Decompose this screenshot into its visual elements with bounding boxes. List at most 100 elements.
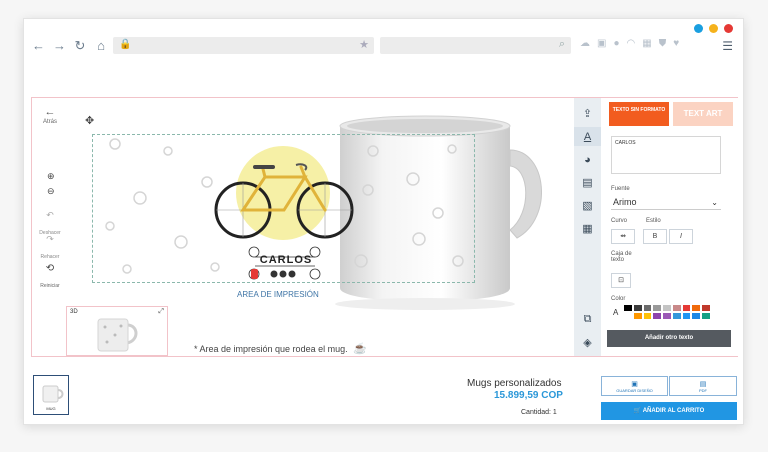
- thumb-label: MUG: [46, 406, 56, 411]
- italic-button[interactable]: I: [669, 229, 693, 244]
- font-select-value: Arimo: [613, 197, 637, 207]
- font-label: Fuente: [611, 186, 630, 192]
- add-text-button[interactable]: Añadir otro texto: [607, 330, 731, 347]
- color-sample: A: [613, 308, 619, 317]
- reset-label: Reiniciar: [40, 283, 60, 289]
- reset-icon: ⟲: [45, 263, 55, 274]
- window-dot-yellow[interactable]: [709, 24, 718, 33]
- move-icon[interactable]: ✥: [85, 114, 94, 127]
- zoom-out-icon[interactable]: ⊖: [47, 186, 55, 197]
- table-icon[interactable]: ▦: [574, 219, 601, 238]
- text-panel: TEXTO SIN FORMATO TEXT ART CARLOS Fuente…: [605, 98, 738, 356]
- bold-button[interactable]: B: [643, 229, 667, 244]
- textbox-button[interactable]: ⊡: [611, 273, 631, 288]
- product-title: Mugs personalizados: [467, 378, 562, 389]
- info-icon[interactable]: ●: [613, 38, 619, 49]
- plain-text-button[interactable]: TEXTO SIN FORMATO: [609, 102, 669, 126]
- curve-label: Curvo: [611, 218, 628, 224]
- color-swatch[interactable]: [681, 304, 692, 312]
- mug-thumb-icon: [42, 385, 64, 403]
- add-to-cart-button[interactable]: 🛒 AÑADIR AL CARRITO: [601, 402, 737, 420]
- heart-icon[interactable]: ♥: [673, 38, 679, 49]
- home-icon[interactable]: ⌂: [95, 38, 107, 54]
- color-swatch[interactable]: [652, 304, 663, 312]
- color-swatch[interactable]: [632, 304, 643, 312]
- mug-thumbnail: [97, 318, 138, 352]
- forward-icon[interactable]: →: [53, 38, 66, 54]
- product-price: 15.899,59 COP: [494, 390, 563, 401]
- font-select[interactable]: Arimo ⌄: [611, 195, 721, 210]
- browser-toolbar: ← → ↻ ⌂ 🔒 ★ ⌕ ☁ ▣ ● ◠ ▦ ⛊ ♥ ☰: [24, 35, 743, 57]
- lock-icon: 🔒: [119, 39, 132, 50]
- text-art-button[interactable]: TEXT ART: [673, 102, 733, 126]
- color-swatches: [623, 304, 711, 320]
- palette-icon[interactable]: ◕: [574, 150, 601, 169]
- text-input[interactable]: CARLOS: [611, 136, 721, 174]
- menu-icon[interactable]: ☰: [722, 39, 733, 53]
- images-icon[interactable]: ▧: [574, 196, 601, 215]
- color-swatch[interactable]: [681, 312, 692, 320]
- back-tool[interactable]: ← Atrás: [37, 106, 63, 131]
- print-area[interactable]: CARLOS: [92, 134, 475, 283]
- color-swatch[interactable]: [652, 312, 663, 320]
- back-icon[interactable]: ←: [32, 38, 45, 54]
- cart-label: AÑADIR AL CARRITO: [642, 408, 705, 414]
- browser-window: ← → ↻ ⌂ 🔒 ★ ⌕ ☁ ▣ ● ◠ ▦ ⛊ ♥ ☰ ← Atrás ✥ …: [23, 18, 744, 425]
- upload-icon[interactable]: ⇪: [574, 104, 601, 123]
- color-swatch[interactable]: [632, 312, 643, 320]
- toolbar-icons: ☁ ▣ ● ◠ ▦ ⛊ ♥: [580, 38, 679, 49]
- zoom-in-icon[interactable]: ⊕: [47, 171, 55, 182]
- color-swatch[interactable]: [642, 304, 653, 312]
- color-swatch[interactable]: [691, 304, 702, 312]
- window-dot-red[interactable]: [724, 24, 733, 33]
- color-swatch[interactable]: [671, 304, 682, 312]
- arrow-left-icon: ←: [44, 106, 56, 118]
- color-swatch[interactable]: [642, 312, 653, 320]
- print-area-note: * Area de impresión que rodea el mug. ☕: [194, 342, 367, 355]
- product-thumbnail[interactable]: MUG: [33, 375, 69, 415]
- nav-buttons: ← → ↻ ⌂: [32, 38, 107, 54]
- window-dot-blue[interactable]: [694, 24, 703, 33]
- copy-icon[interactable]: ⧉: [574, 310, 601, 329]
- pdf-button[interactable]: ▤ PDF: [669, 376, 737, 396]
- color-label: Color: [611, 296, 626, 302]
- camera-icon[interactable]: ▣: [597, 38, 606, 49]
- color-swatch[interactable]: [701, 304, 711, 312]
- color-swatch[interactable]: [691, 312, 702, 320]
- reset-tool[interactable]: ⟲ Reiniciar: [37, 263, 63, 292]
- reload-icon[interactable]: ↻: [74, 38, 86, 54]
- redo-tool[interactable]: ↷ Rehacer: [37, 234, 63, 263]
- shield-icon[interactable]: ⛊: [659, 38, 667, 49]
- save-design-button[interactable]: ▣ GUARDAR DISEÑO: [601, 376, 668, 396]
- search-icon: ⌕: [558, 38, 565, 50]
- 3d-preview[interactable]: 3D ⤢: [66, 306, 168, 356]
- print-area-label: AREA DE IMPRESIÓN: [237, 290, 319, 299]
- expand-icon[interactable]: ⤢: [158, 308, 164, 316]
- print-area-note-text: * Area de impresión que rodea el mug.: [194, 344, 348, 354]
- undo-icon: ↶: [46, 210, 54, 220]
- color-swatch[interactable]: [701, 312, 711, 320]
- color-swatch[interactable]: [662, 304, 672, 312]
- cart-icon: 🛒: [633, 408, 642, 414]
- grid-icon[interactable]: ▤: [574, 173, 601, 192]
- address-bar[interactable]: 🔒 ★: [113, 37, 374, 54]
- color-swatch[interactable]: [623, 312, 633, 320]
- curve-button[interactable]: ⇴: [611, 229, 635, 244]
- save-label: GUARDAR DISEÑO: [616, 388, 653, 393]
- color-swatch[interactable]: [671, 312, 682, 320]
- pdf-label: PDF: [699, 388, 707, 393]
- textbox-label: Caja de texto: [611, 251, 632, 263]
- name-text[interactable]: CARLOS: [256, 254, 316, 266]
- color-swatch[interactable]: [662, 312, 672, 320]
- layers-icon[interactable]: ◈: [574, 333, 601, 352]
- color-swatch[interactable]: [623, 304, 633, 312]
- headphones-icon[interactable]: ◠: [627, 38, 636, 49]
- screenshot-icon[interactable]: ▦: [642, 38, 651, 49]
- browser-search[interactable]: ⌕: [380, 37, 571, 54]
- bookmark-star-icon[interactable]: ★: [359, 38, 369, 51]
- text-tool-icon[interactable]: A: [574, 127, 601, 146]
- save-icon: ▣: [631, 381, 638, 388]
- 3d-label: 3D: [70, 309, 78, 315]
- quantity-text: Cantidad: 1: [521, 409, 557, 416]
- cloud-icon[interactable]: ☁: [580, 38, 590, 49]
